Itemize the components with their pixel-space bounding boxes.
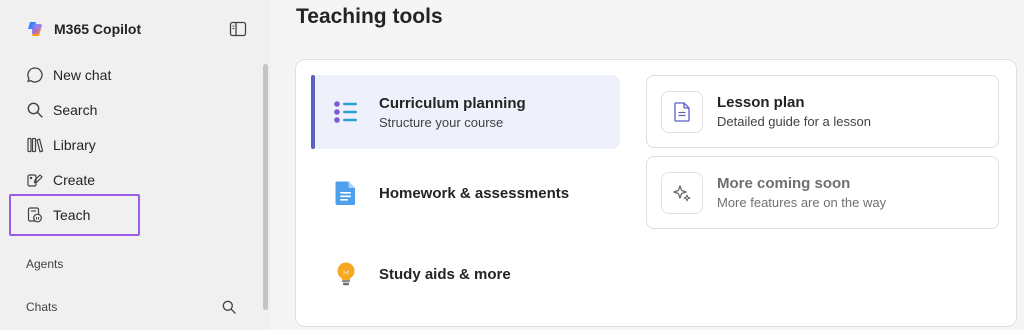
tool-title: Curriculum planning (379, 94, 526, 112)
card-more-coming-soon: More coming soon More features are on th… (646, 156, 999, 229)
document-icon (335, 181, 355, 205)
sidebar-scrollbar[interactable] (263, 64, 268, 310)
sidebar-item-search[interactable]: Search (26, 98, 97, 122)
tool-subtitle: Structure your course (379, 114, 504, 130)
card-subtitle: Detailed guide for a lesson (717, 114, 871, 129)
section-label-agents[interactable]: Agents (26, 257, 63, 271)
card-title: Lesson plan (717, 94, 805, 111)
tool-title: Homework & assessments (379, 184, 570, 202)
card-title: More coming soon (717, 175, 851, 192)
sidebar-item-new-chat[interactable]: New chat (26, 63, 111, 87)
library-icon (27, 137, 44, 153)
tool-homework-assessments[interactable]: Homework & assessments (311, 168, 620, 218)
selection-accent (311, 75, 315, 149)
sidebar-item-label: Library (53, 137, 96, 153)
brand-title: M365 Copilot (54, 21, 142, 37)
tool-curriculum-planning[interactable]: Curriculum planning Structure your cours… (311, 75, 620, 149)
sidebar: M365 Copilot New chat Search Library Cre… (0, 0, 271, 330)
section-label-chats[interactable]: Chats (26, 300, 57, 314)
page-title: Teaching tools (296, 5, 443, 28)
lightbulb-icon (337, 262, 355, 286)
sidebar-item-label: New chat (53, 67, 112, 83)
sidebar-item-library[interactable]: Library (26, 133, 96, 157)
search-icon (27, 102, 43, 118)
copilot-logo-icon (28, 22, 42, 36)
sidebar-item-label: Search (53, 102, 98, 118)
sidebar-item-create[interactable]: Create (26, 168, 95, 192)
tool-title: Study aids & more (379, 265, 511, 283)
chat-bubble-icon (27, 67, 43, 83)
card-icon-box (661, 90, 703, 133)
brand[interactable]: M365 Copilot (26, 20, 141, 38)
card-icon-box (661, 171, 703, 214)
teach-highlight-box (9, 194, 140, 236)
sparkle-icon (673, 184, 691, 201)
create-icon (27, 174, 43, 187)
list-icon (334, 101, 357, 123)
card-subtitle: More features are on the way (717, 195, 887, 210)
sidebar-item-label: Create (53, 172, 96, 188)
card-lesson-plan[interactable]: Lesson plan Detailed guide for a lesson (646, 75, 999, 148)
chats-search-icon[interactable] (221, 299, 237, 315)
sidebar-collapse-icon[interactable] (229, 21, 247, 37)
lesson-plan-icon (674, 101, 690, 122)
tool-study-aids[interactable]: Study aids & more (311, 249, 620, 299)
